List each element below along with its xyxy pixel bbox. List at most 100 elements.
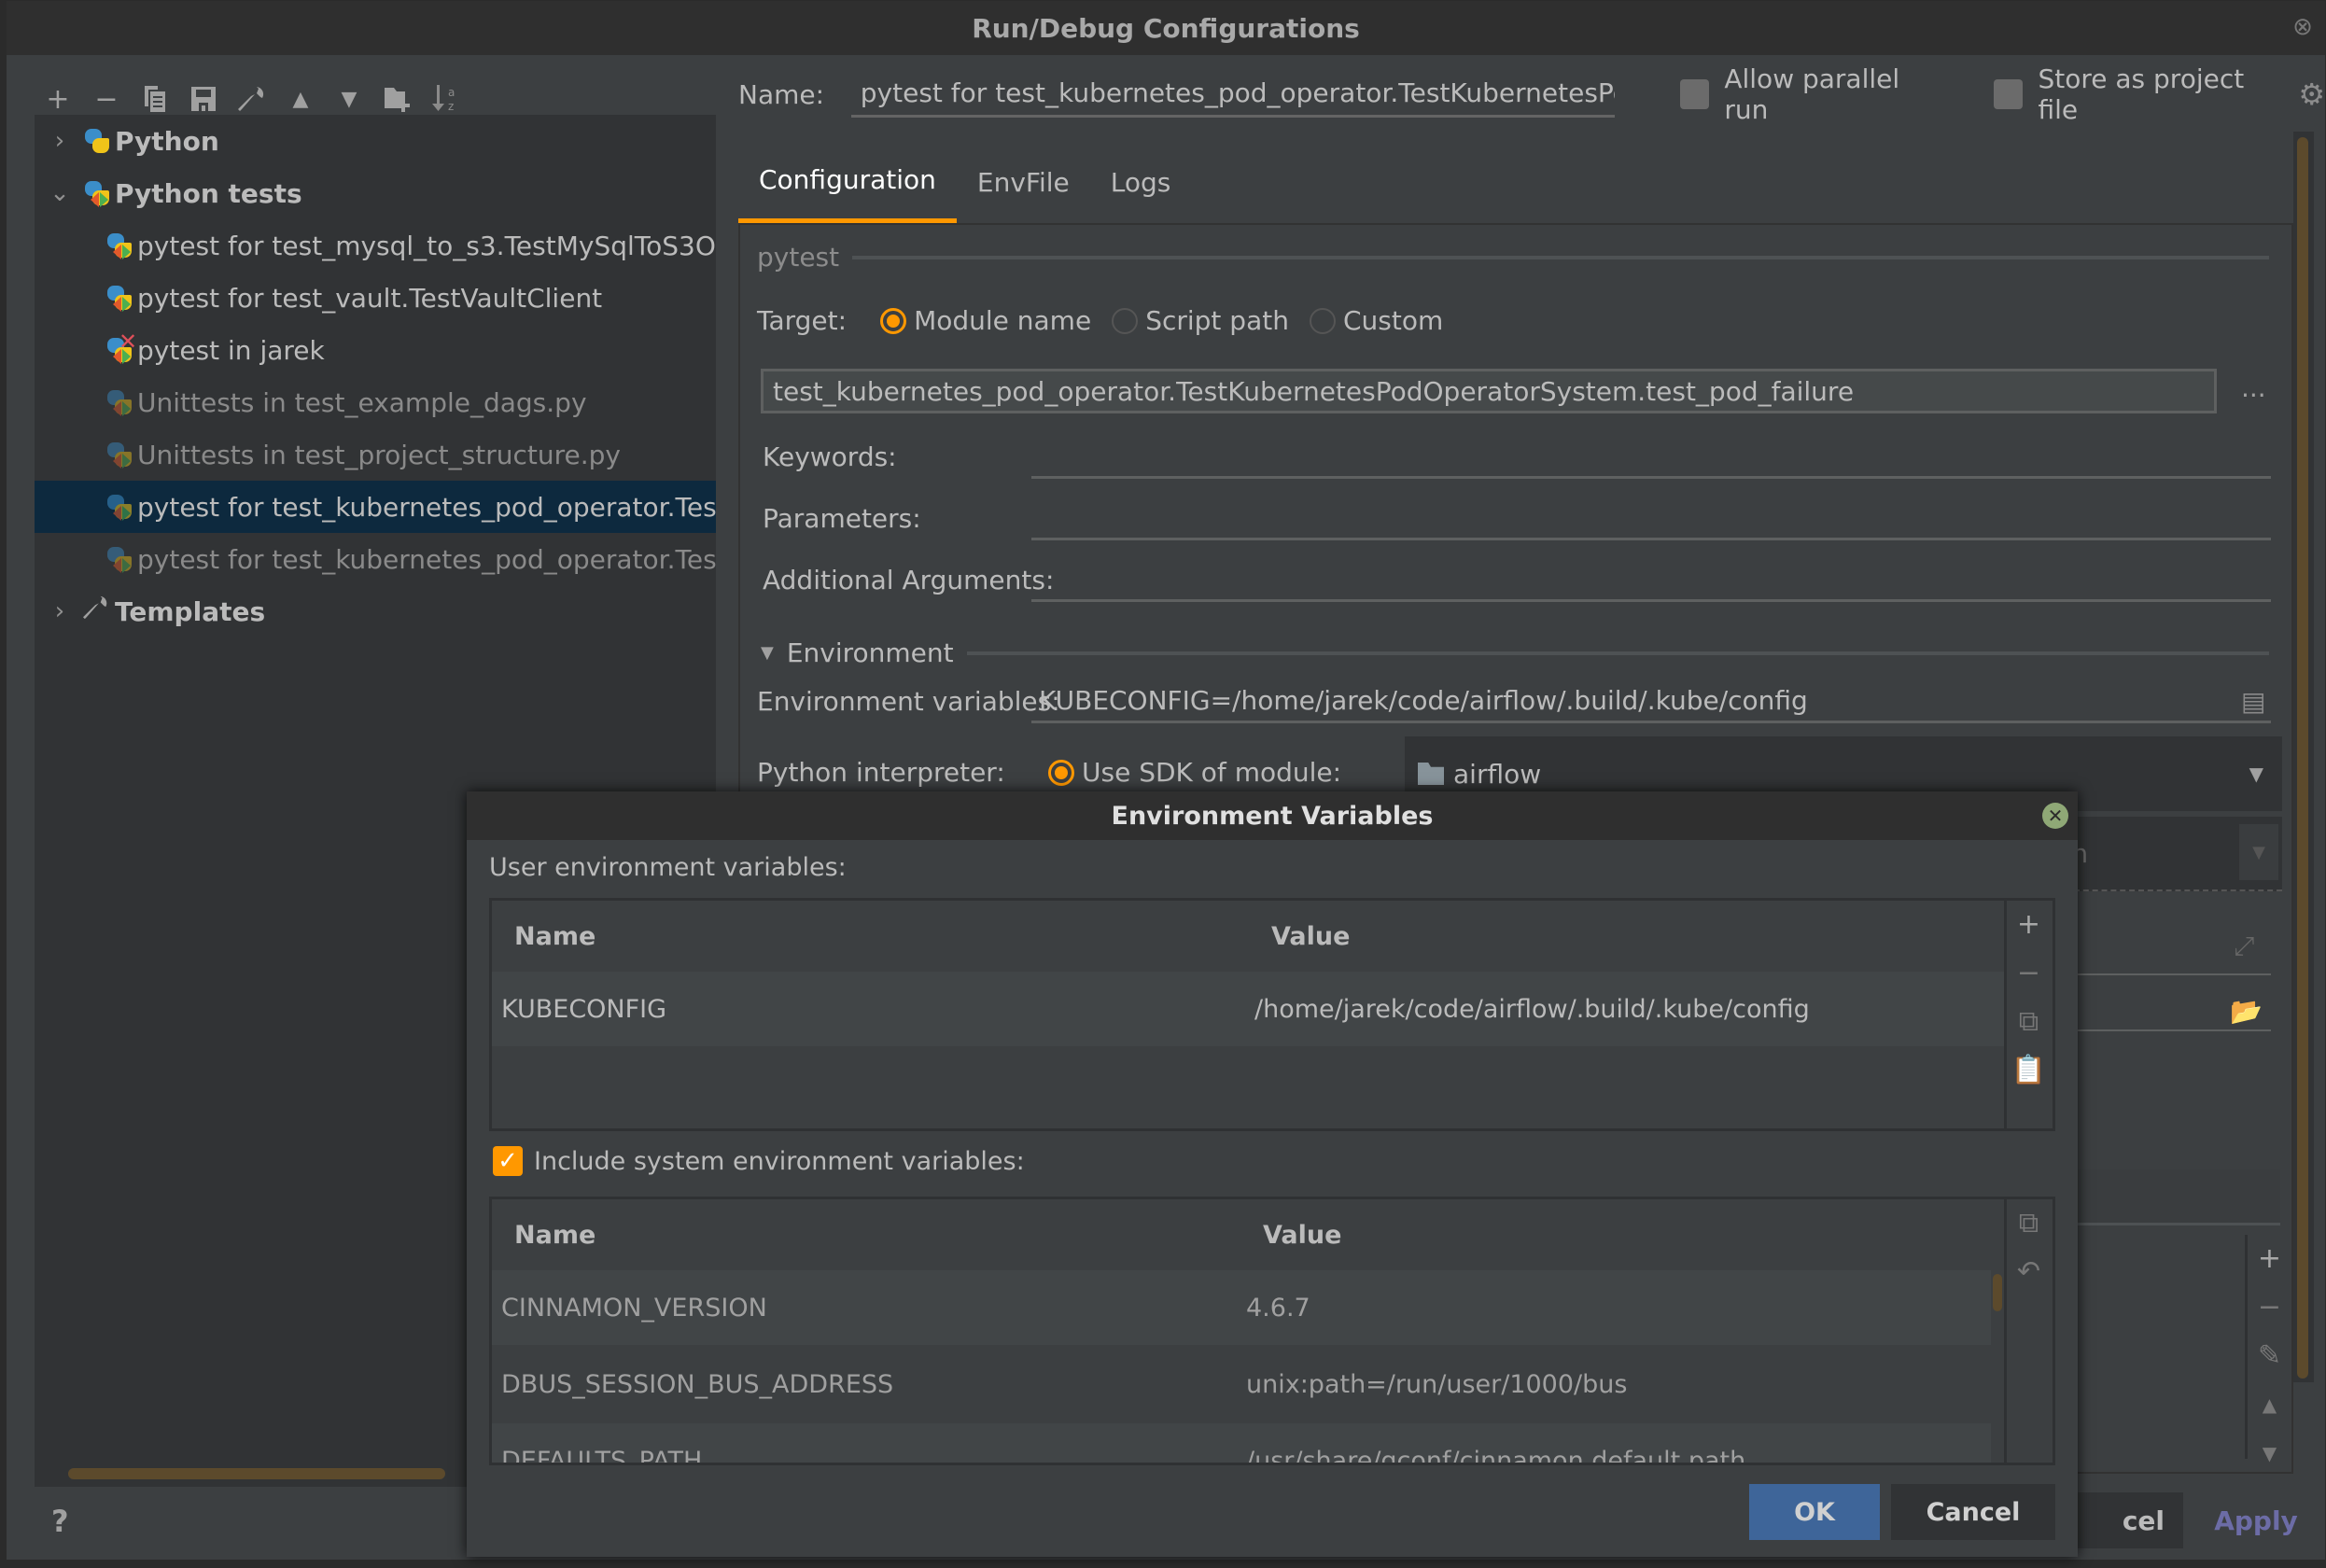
name-label: Name: xyxy=(738,78,825,110)
add-icon[interactable]: + xyxy=(2258,1244,2281,1274)
tree-item-config-selected[interactable]: pytest for test_kubernetes_pod_operator.… xyxy=(35,481,716,533)
tree-item-config-temporary[interactable]: pytest for test_kubernetes_pod_operator.… xyxy=(35,533,716,585)
target-custom-radio[interactable]: Custom xyxy=(1309,305,1444,336)
copy-icon[interactable] xyxy=(137,81,173,117)
checkbox-checked[interactable]: ✓ xyxy=(493,1146,523,1176)
ok-button[interactable]: OK xyxy=(1749,1484,1880,1540)
scrollbar-thumb[interactable] xyxy=(2297,137,2308,1379)
config-vertical-scrollbar[interactable] xyxy=(2293,132,2314,1382)
apply-button[interactable]: Apply xyxy=(2200,1492,2312,1548)
column-header-name[interactable]: Name xyxy=(514,1221,596,1250)
expand-icon[interactable]: ⤢ xyxy=(2234,931,2254,962)
tree-item-python-tests[interactable]: ⌄ Python tests xyxy=(35,167,716,219)
chevron-right-icon[interactable]: › xyxy=(46,127,74,155)
column-header-value[interactable]: Value xyxy=(1271,922,1350,951)
cancel-button[interactable]: Cancel xyxy=(1891,1484,2055,1540)
allow-parallel-run-checkbox[interactable]: Allow parallel run xyxy=(1680,63,1945,125)
tree-item-config[interactable]: pytest for test_mysql_to_s3.TestMySqlToS… xyxy=(35,219,716,272)
radio-unselected[interactable] xyxy=(1309,307,1336,334)
keywords-input[interactable] xyxy=(1031,436,2271,479)
column-header-name[interactable]: Name xyxy=(514,922,596,951)
tree-item-label: Unittests in test_example_dags.py xyxy=(137,386,587,418)
sort-alphabetically-icon[interactable]: az xyxy=(428,81,464,117)
name-input[interactable]: pytest for test_kubernetes_pod_operator.… xyxy=(850,71,1616,118)
tree-item-config[interactable]: ✕ pytest in jarek xyxy=(35,324,716,376)
undo-icon[interactable]: ↶ xyxy=(2017,1257,2040,1287)
add-icon[interactable]: + xyxy=(2017,910,2040,940)
wrench-icon[interactable] xyxy=(234,81,270,117)
copy-icon[interactable]: ⧉ xyxy=(2019,1209,2039,1239)
add-icon[interactable]: + xyxy=(40,81,76,117)
chevron-down-icon[interactable]: ▼ xyxy=(2249,763,2263,785)
parameters-label: Parameters: xyxy=(763,503,921,534)
tree-item-config-temporary[interactable]: Unittests in test_project_structure.py xyxy=(35,428,716,481)
pytest-config-icon xyxy=(105,545,133,573)
move-up-icon[interactable]: ▲ xyxy=(2263,1390,2277,1420)
chevron-right-icon[interactable]: › xyxy=(46,597,74,625)
chevron-down-icon[interactable]: ⌄ xyxy=(46,179,74,207)
env-var-value[interactable]: /home/jarek/code/airflow/.build/.kube/co… xyxy=(1254,995,1810,1024)
table-row[interactable]: CINNAMON_VERSION 4.6.7 xyxy=(492,1270,1991,1345)
store-as-project-file-checkbox[interactable]: Store as project file xyxy=(1994,63,2285,125)
radio-unselected[interactable] xyxy=(1112,307,1139,334)
table-row[interactable]: KUBECONFIG /home/jarek/code/airflow/.bui… xyxy=(492,972,2004,1046)
chevron-down-icon[interactable]: ▼ xyxy=(2239,824,2278,880)
checkbox-box[interactable] xyxy=(1680,79,1710,109)
target-module-name-radio[interactable]: Module name xyxy=(880,305,1091,336)
environment-section-header[interactable]: ▼ Environment xyxy=(761,637,2269,668)
tab-logs[interactable]: Logs xyxy=(1090,141,1192,223)
browse-ellipsis-button[interactable]: ... xyxy=(2241,372,2266,403)
table-header: Name Value xyxy=(492,901,2004,972)
remove-icon[interactable]: − xyxy=(89,81,124,117)
close-icon[interactable]: ✕ xyxy=(2042,803,2068,829)
env-var-name[interactable]: KUBECONFIG xyxy=(501,995,666,1024)
pytest-section-title: pytest xyxy=(757,242,840,273)
radio-selected[interactable] xyxy=(880,307,907,334)
close-icon[interactable]: ⊗ xyxy=(2290,14,2316,40)
pytest-config-icon xyxy=(105,231,133,259)
parameters-input[interactable] xyxy=(1031,497,2271,540)
help-icon[interactable]: ? xyxy=(51,1504,69,1539)
tree-item-label: pytest for test_kubernetes_pod_operator.… xyxy=(137,491,716,523)
move-down-icon[interactable]: ▼ xyxy=(2263,1438,2277,1468)
checkbox-box[interactable] xyxy=(1994,79,2024,109)
include-system-env-vars-checkbox[interactable]: ✓ Include system environment variables: xyxy=(493,1146,1025,1176)
tree-item-label: Python tests xyxy=(115,177,302,209)
tree-item-python[interactable]: › Python xyxy=(35,115,716,167)
environment-variables-input[interactable]: KUBECONFIG=/home/jarek/code/airflow/.bui… xyxy=(1031,680,2271,723)
radio-selected[interactable] xyxy=(1048,759,1074,786)
target-script-path-radio[interactable]: Script path xyxy=(1112,305,1289,336)
save-icon[interactable] xyxy=(186,81,221,117)
table-row[interactable]: DEFAULTS_PATH /usr/share/gconf/cinnamon.… xyxy=(492,1423,1991,1463)
table-row[interactable]: DBUS_SESSION_BUS_ADDRESS unix:path=/run/… xyxy=(492,1347,1991,1421)
additional-arguments-input[interactable] xyxy=(1031,559,2271,602)
move-down-icon[interactable]: ▼ xyxy=(331,81,367,117)
gear-icon[interactable]: ⚙ xyxy=(2298,77,2325,112)
remove-icon[interactable]: − xyxy=(2017,959,2040,988)
folder-open-icon[interactable]: 📂 xyxy=(2230,996,2263,1027)
keywords-label: Keywords: xyxy=(763,441,897,472)
move-up-icon[interactable]: ▲ xyxy=(283,81,318,117)
list-tools: + − ✎ ▲ ▼ xyxy=(2245,1235,2291,1464)
main-cancel-button[interactable]: cel xyxy=(2060,1492,2183,1548)
svg-text:a: a xyxy=(448,86,455,99)
pytest-config-error-icon: ✕ xyxy=(105,330,137,364)
column-header-value[interactable]: Value xyxy=(1263,1221,1341,1250)
edit-icon[interactable]: ✎ xyxy=(2258,1341,2281,1371)
paste-icon[interactable]: 📋 xyxy=(2011,1056,2046,1085)
radio-label: Custom xyxy=(1342,305,1444,336)
tree-item-config-temporary[interactable]: Unittests in test_example_dags.py xyxy=(35,376,716,428)
system-table-scrollbar[interactable] xyxy=(1993,1274,2002,1311)
tab-configuration[interactable]: Configuration xyxy=(738,141,957,223)
tree-horizontal-scrollbar[interactable] xyxy=(68,1468,445,1479)
collapse-triangle-icon[interactable]: ▼ xyxy=(761,643,774,663)
copy-icon[interactable]: ⧉ xyxy=(2019,1007,2039,1037)
tree-item-templates[interactable]: › Templates xyxy=(35,585,716,637)
interpreter-sdk-radio[interactable]: Use SDK of module: xyxy=(1048,757,1362,788)
tab-envfile[interactable]: EnvFile xyxy=(957,141,1090,223)
remove-icon[interactable]: − xyxy=(2258,1293,2281,1323)
tree-item-config[interactable]: pytest for test_vault.TestVaultClient xyxy=(35,272,716,324)
target-module-input[interactable]: test_kubernetes_pod_operator.TestKuberne… xyxy=(761,369,2217,413)
new-folder-icon[interactable] xyxy=(380,81,415,117)
edit-env-vars-icon[interactable]: ▤ xyxy=(2241,686,2265,717)
